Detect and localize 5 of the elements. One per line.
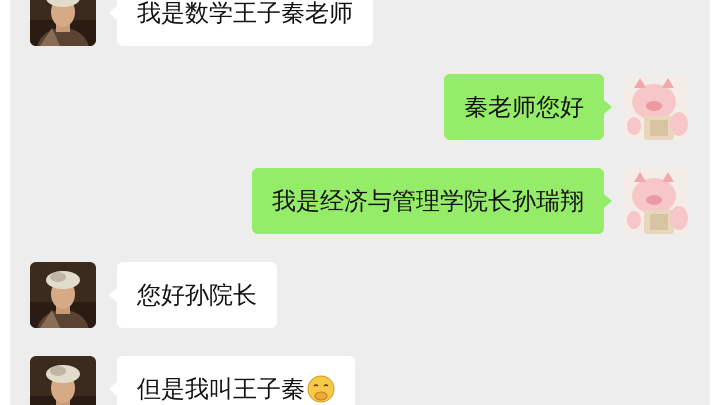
message-text: 我是经济与管理学院长孙瑞翔 [272,186,584,217]
message-text: 秦老师您好 [464,92,584,123]
message-text: 您好孙院长 [137,280,257,311]
message-text: 但是我叫王子秦 [137,374,305,405]
message-text: 我是数学王子秦老师 [137,0,353,29]
